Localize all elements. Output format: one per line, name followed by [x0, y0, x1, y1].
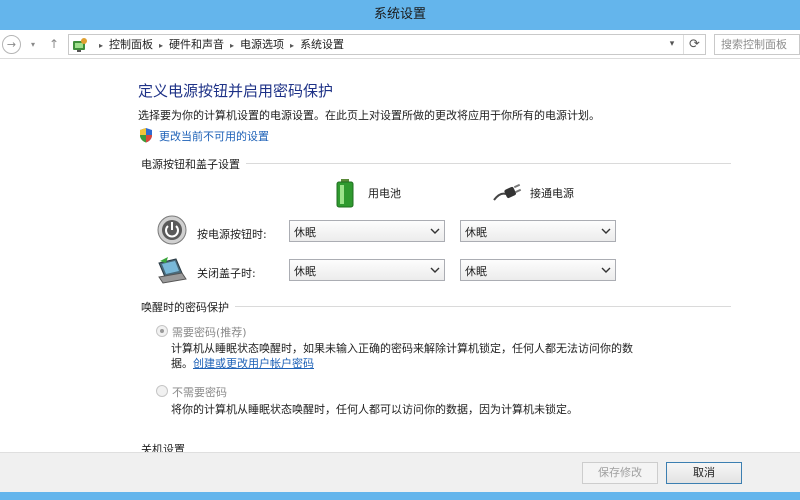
breadcrumb-item-system-settings[interactable]: 系统设置 — [300, 38, 344, 51]
navigation-bar: → ▾ ↑ ▸ 控制面板 ▸ 硬件和声音 ▸ 电源选项 ▸ 系统设置 ▾ ⟳ 搜索控制面板 — [0, 30, 800, 59]
breadcrumb-item-power-options[interactable]: 电源选项 — [240, 38, 284, 51]
shutdown-section-header: 关机设置 — [141, 443, 185, 452]
page-title: 定义电源按钮并启用密码保护 — [138, 82, 334, 100]
breadcrumb: ▸ 控制面板 ▸ 硬件和声音 ▸ 电源选项 ▸ 系统设置 — [93, 35, 344, 54]
up-button[interactable]: ↑ — [46, 35, 62, 54]
breadcrumb-item-control-panel[interactable]: 控制面板 — [109, 38, 153, 51]
battery-icon — [336, 179, 354, 208]
cancel-button[interactable]: 取消 — [666, 462, 742, 484]
select-value: 休眠 — [465, 265, 487, 278]
chevron-right-icon[interactable]: ▸ — [290, 41, 294, 50]
title-bar: 系统设置 — [0, 0, 800, 30]
power-plug-icon — [493, 183, 522, 201]
footer-bar: 保存修改 取消 — [0, 452, 800, 492]
select-value: 休眠 — [465, 226, 487, 239]
recent-locations-button[interactable]: ▾ — [27, 35, 39, 54]
radio-button[interactable] — [156, 325, 168, 337]
breadcrumb-item-hardware-sound[interactable]: 硬件和声音 — [169, 38, 224, 51]
section-label: 唤醒时的密码保护 — [141, 299, 235, 315]
search-input[interactable]: 搜索控制面板 — [714, 34, 800, 55]
refresh-button[interactable]: ⟳ — [683, 35, 705, 54]
main-content: 定义电源按钮并启用密码保护 选择要为你的计算机设置的电源设置。在此页上对设置所做… — [0, 60, 800, 452]
uac-shield-icon — [140, 128, 152, 143]
no-password-note: 将你的计算机从睡眠状态唤醒时，任何人都可以访问你的数据，因为计算机未锁定。 — [171, 403, 578, 416]
page-description: 选择要为你的计算机设置的电源设置。在此页上对设置所做的更改将应用于你所有的电源计… — [138, 109, 600, 122]
row-label-power-button: 按电源按钮时: — [197, 228, 267, 241]
save-changes-button[interactable]: 保存修改 — [582, 462, 658, 484]
password-section-header: 唤醒时的密码保护 — [141, 299, 731, 315]
search-placeholder: 搜索控制面板 — [721, 38, 787, 51]
address-dropdown-button[interactable]: ▾ — [665, 35, 679, 54]
chevron-right-icon[interactable]: ▸ — [159, 41, 163, 50]
column-plugged: 接通电源 — [492, 178, 612, 208]
select-value: 休眠 — [294, 226, 316, 239]
power-button-icon — [157, 215, 187, 245]
control-panel-icon — [73, 38, 87, 52]
up-arrow-icon: ↑ — [48, 37, 60, 51]
chevron-down-icon: ▾ — [669, 39, 675, 49]
window-title: 系统设置 — [373, 7, 426, 22]
back-button[interactable]: → — [2, 35, 21, 54]
radio-label: 需要密码(推荐) — [172, 326, 247, 339]
column-label: 接通电源 — [530, 187, 574, 200]
chevron-down-icon — [601, 267, 611, 273]
no-password-radio[interactable]: 不需要密码 — [156, 384, 266, 399]
power-button-battery-select[interactable]: 休眠 — [289, 220, 445, 242]
chevron-down-icon — [601, 228, 611, 234]
column-battery: 用电池 — [333, 178, 423, 208]
radio-button[interactable] — [156, 385, 168, 397]
chevron-down-icon — [430, 267, 440, 273]
chevron-down-icon — [430, 228, 440, 234]
section-label: 电源按钮和盖子设置 — [141, 156, 246, 172]
laptop-lid-icon — [158, 257, 187, 284]
row-label-lid: 关闭盖子时: — [197, 267, 256, 280]
window-bottom-border — [0, 492, 800, 500]
require-password-note: 计算机从睡眠状态唤醒时，如果未输入正确的密码来解除计算机锁定，任何人都无法访问你… — [171, 342, 633, 355]
address-bar[interactable]: ▸ 控制面板 ▸ 硬件和声音 ▸ 电源选项 ▸ 系统设置 ▾ ⟳ — [68, 34, 706, 55]
chevron-right-icon[interactable]: ▸ — [230, 41, 234, 50]
power-button-plugged-select[interactable]: 休眠 — [460, 220, 616, 242]
lid-plugged-select[interactable]: 休眠 — [460, 259, 616, 281]
power-section-header: 电源按钮和盖子设置 — [141, 156, 731, 172]
require-password-radio[interactable]: 需要密码(推荐) — [156, 324, 276, 339]
chevron-right-icon: ▸ — [99, 41, 104, 50]
lid-battery-select[interactable]: 休眠 — [289, 259, 445, 281]
select-value: 休眠 — [294, 265, 316, 278]
column-label: 用电池 — [368, 187, 401, 200]
radio-label: 不需要密码 — [172, 386, 227, 399]
chevron-down-icon: ▾ — [30, 40, 35, 49]
refresh-icon: ⟳ — [689, 37, 700, 52]
create-password-link[interactable]: 创建或更改用户帐户密码 — [193, 357, 314, 370]
back-arrow-icon: → — [6, 38, 17, 51]
change-link-text[interactable]: 更改当前不可用的设置 — [159, 128, 269, 144]
require-password-note-line2: 据。创建或更改用户帐户密码 — [171, 357, 314, 370]
